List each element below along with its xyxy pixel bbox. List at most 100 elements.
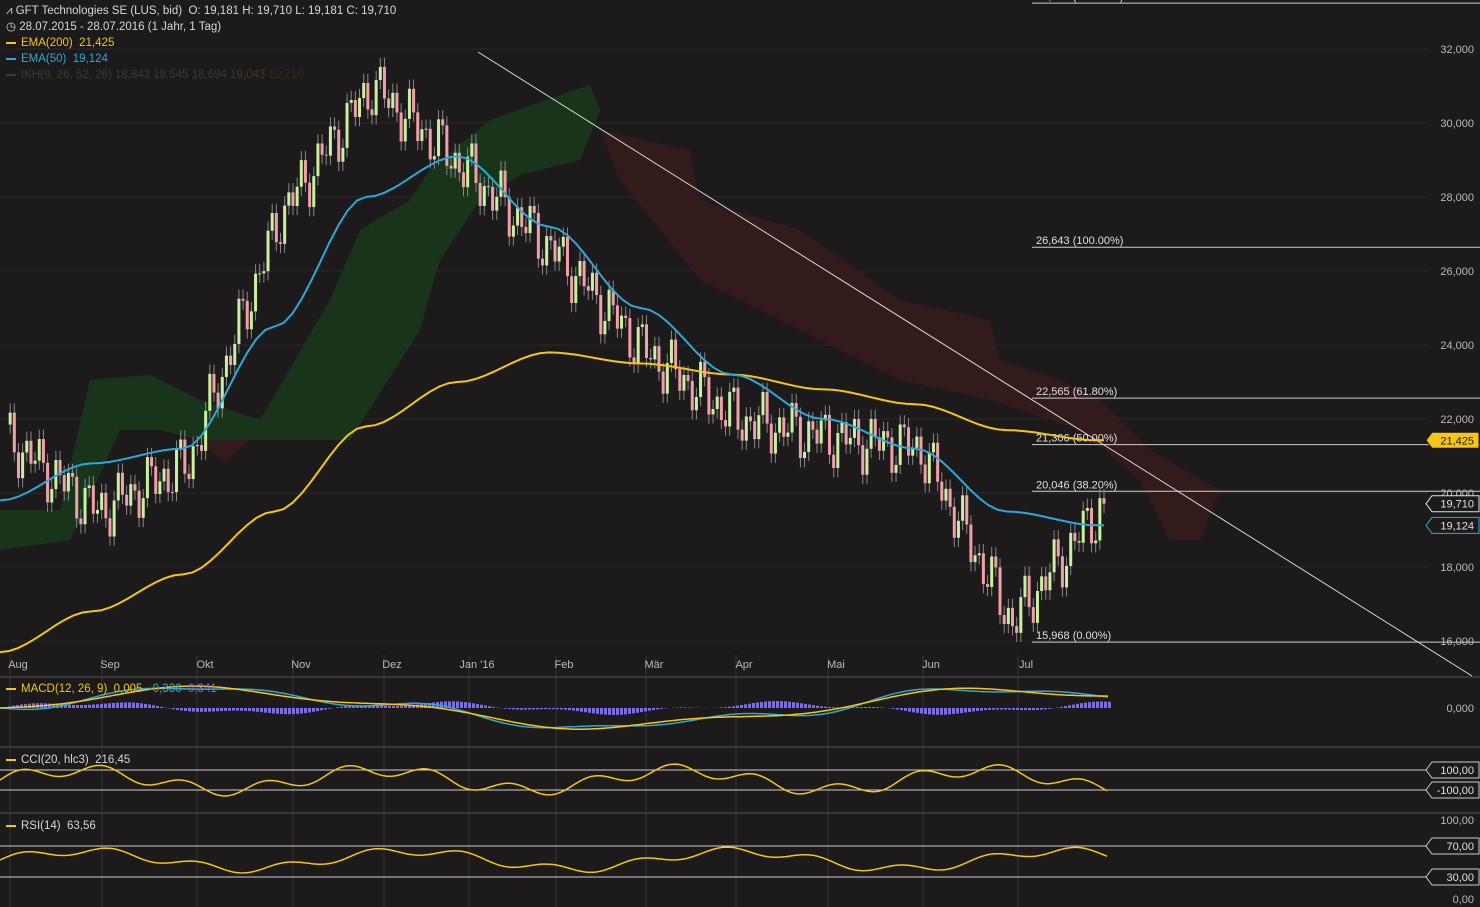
macd-histogram-bar (992, 708, 995, 710)
candle-down (370, 109, 374, 116)
macd-histogram-bar (1016, 708, 1019, 710)
candle-down (445, 125, 449, 166)
month-label: Sep (100, 659, 120, 671)
macd-histogram-bar (784, 701, 787, 708)
candle-up (358, 98, 362, 118)
macd-histogram-bar (1108, 701, 1111, 708)
candle-down (599, 295, 603, 335)
rsi-level-label: 30,00 (1446, 872, 1474, 884)
macd-histogram-bar (464, 702, 467, 708)
macd-histogram-bar (1096, 701, 1099, 708)
price-tick-label: 26,000 (1440, 266, 1474, 278)
candle-up (744, 416, 748, 441)
macd-histogram-bar (516, 708, 519, 710)
candle-down (274, 212, 278, 243)
macd-histogram-bar (548, 708, 551, 710)
cci-panel: 100,00 -100,00 (0, 761, 1480, 799)
rsi-axis-label: 0,00 (1453, 894, 1474, 906)
price-badges: 21,425 19,710 19,124 (1425, 431, 1480, 534)
month-label: Dez (382, 659, 402, 671)
price-badge-label: 19,124 (1440, 520, 1474, 532)
candle-down (428, 128, 432, 160)
macd-histogram-bar (320, 708, 323, 711)
candle-up (778, 417, 782, 433)
macd-histogram-bar (580, 708, 583, 712)
legend-ema200[interactable]: EMA(200) 21,425 (6, 35, 396, 51)
candle-up (50, 489, 54, 503)
candle-up (258, 273, 262, 275)
legend-ema50[interactable]: EMA(50) 19,124 (6, 51, 396, 67)
candle-up (345, 102, 349, 148)
candle-down (62, 475, 66, 492)
candle-down (998, 567, 1002, 615)
macd-histogram-bar (792, 702, 795, 708)
macd-histogram-bar (604, 708, 607, 715)
macd-histogram-bar (284, 708, 287, 715)
candle-down (337, 129, 341, 162)
macd-histogram-bar (492, 706, 495, 708)
price-badge-label: 21,425 (1440, 435, 1474, 447)
candle-up (1048, 572, 1052, 591)
candle-down (678, 369, 682, 391)
macd-histogram-bar (212, 708, 215, 712)
macd-legend[interactable]: MACD(12, 26, 9) 0,005 -0,336 0,341 (6, 683, 217, 695)
macd-histogram-bar (300, 708, 303, 714)
chart-icon: ⩘ (6, 5, 16, 17)
candle-down (1027, 575, 1031, 608)
legend-ikh[interactable]: IKH(9, 26, 52, 26) 18,843 18,545 18,694 … (6, 67, 396, 83)
macd-histogram-bar (208, 708, 211, 712)
candle-down (1060, 556, 1064, 588)
candle-down (969, 524, 973, 563)
candle-up (349, 100, 353, 103)
candle-down (628, 318, 632, 358)
macd-histogram-bar (268, 708, 271, 714)
macd-histogram-bar (900, 708, 903, 711)
macd-histogram-bar (1020, 708, 1023, 711)
candle-down (549, 236, 553, 241)
macd-histogram-bar (340, 706, 343, 708)
macd-histogram-bar (116, 702, 119, 708)
macd-histogram-bar (584, 708, 587, 713)
candle-up (116, 472, 120, 501)
candle-down (16, 452, 20, 479)
candle-up (807, 421, 811, 452)
candle-up (1081, 510, 1085, 543)
candle-down (1015, 626, 1019, 633)
macd-histogram-bar (944, 708, 947, 715)
cci-line (0, 763, 1108, 797)
macd-histogram-bar (860, 707, 863, 708)
macd-histogram-bar (1028, 708, 1031, 711)
macd-histogram-bar (828, 706, 831, 708)
macd-histogram-bar (280, 708, 283, 715)
macd-histogram-bar (756, 702, 759, 708)
candle-up (865, 448, 869, 475)
macd-histogram-bar (100, 703, 103, 708)
macd-histogram-bar (980, 708, 983, 711)
macd-histogram-bar (936, 708, 939, 715)
cci-legend[interactable]: CCI(20, hlc3) 216,45 (6, 754, 130, 766)
candle-down (615, 305, 619, 329)
macd-histogram-bar (960, 708, 963, 714)
candle-up (374, 80, 378, 116)
macd-panel: 0,000 (0, 685, 1474, 730)
macd-histogram-bar (832, 707, 835, 708)
candle-down (183, 439, 187, 474)
price-tick-label: 22,000 (1440, 414, 1474, 426)
candle-down (828, 414, 831, 455)
candle-down (886, 431, 890, 438)
candle-up (316, 143, 320, 177)
clock-icon: ◷ (6, 21, 20, 33)
rsi-legend[interactable]: RSI(14) 63,56 (6, 820, 96, 832)
macd-histogram-bar (1092, 701, 1095, 708)
macd-histogram-bar (288, 708, 291, 715)
candle-up (653, 346, 657, 360)
candle-up (362, 82, 366, 99)
macd-histogram-bar (392, 706, 395, 708)
macd-histogram-bar (504, 708, 507, 709)
macd-histogram-bar (536, 708, 539, 710)
macd-histogram-bar (1024, 708, 1027, 711)
candle-up (158, 481, 162, 495)
candle-down (703, 361, 707, 378)
macd-histogram-bar (628, 708, 631, 714)
macd-histogram-bar (592, 708, 595, 714)
